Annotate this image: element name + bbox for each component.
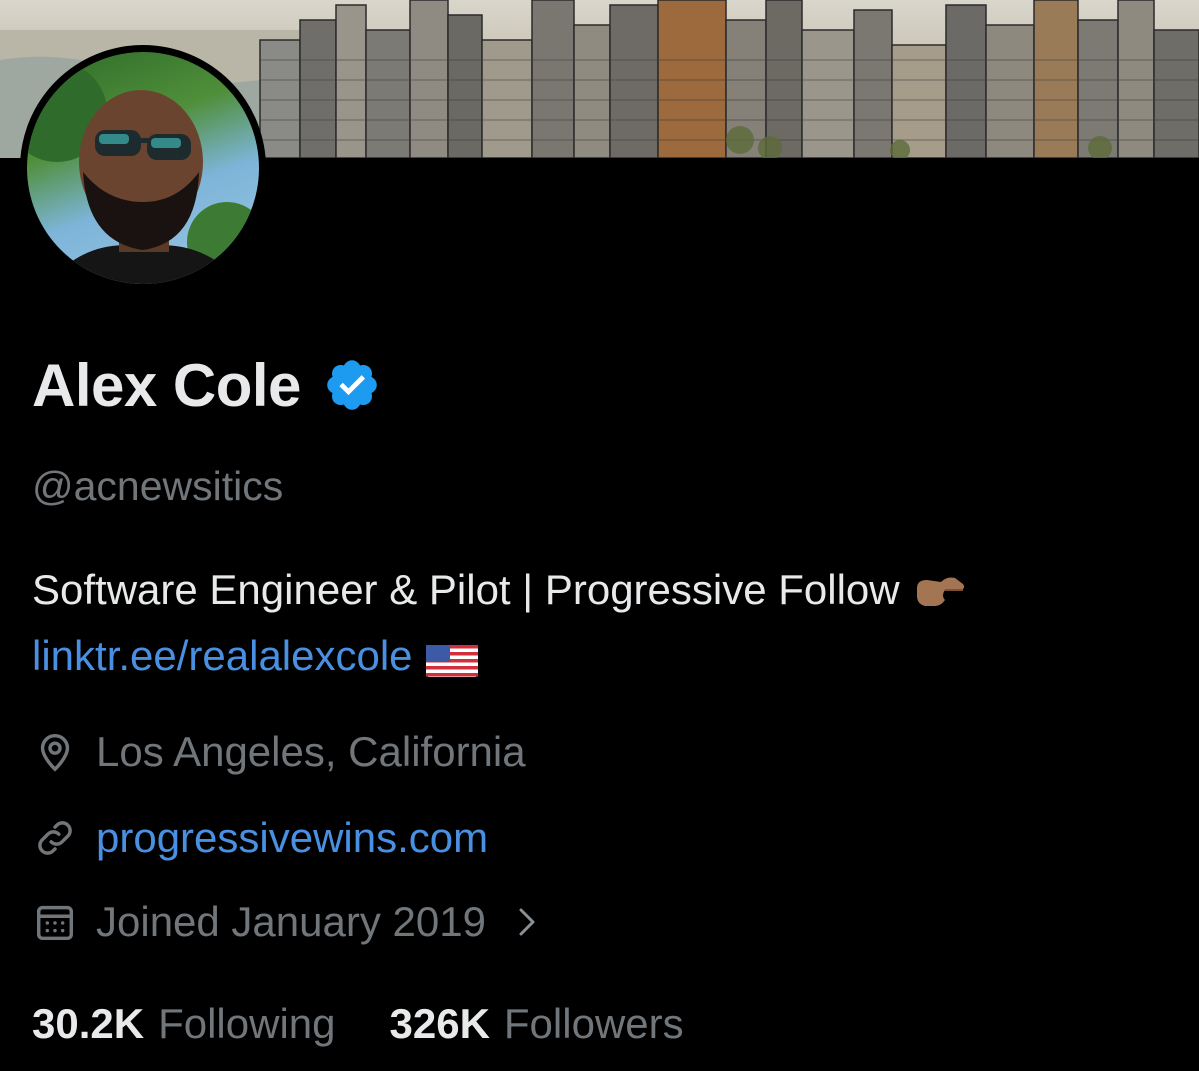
followers-count: 326K [389,1000,490,1047]
followers-label: Followers [503,1000,684,1047]
bio-link[interactable]: linktr.ee/realalexcole [32,632,413,679]
avatar-photo [27,52,259,284]
link-icon [38,821,72,855]
profile-name: Alex Cole [32,351,301,419]
bio-text: Software Engineer & Pilot | Progressive … [32,566,900,613]
profile-joined: Joined January 2019 [96,898,486,945]
location-pin-icon [40,733,70,772]
profile-stats: 30.2K Following 326K Followers [32,1000,684,1048]
profile-joined-row[interactable]: Joined January 2019 [32,898,538,946]
chevron-right-icon[interactable] [516,905,538,939]
profile-website-row: progressivewins.com [32,814,488,862]
verified-badge-icon[interactable] [323,356,381,414]
followers-link[interactable]: 326K Followers [390,1000,684,1048]
following-link[interactable]: 30.2K Following [32,1000,336,1048]
following-label: Following [158,1000,336,1047]
calendar-icon [36,905,74,941]
profile-location: Los Angeles, California [96,728,526,775]
profile-location-row: Los Angeles, California [32,728,526,776]
pointing-right-emoji [917,577,965,606]
following-count: 30.2K [32,1000,145,1047]
us-flag-emoji [426,644,479,677]
profile-bio: Software Engineer & Pilot | Progressive … [32,557,1182,689]
profile-name-row: Alex Cole [32,345,381,425]
profile-avatar[interactable] [20,45,266,291]
profile-handle: @acnewsitics [32,463,284,509]
profile-website-link[interactable]: progressivewins.com [96,814,488,862]
